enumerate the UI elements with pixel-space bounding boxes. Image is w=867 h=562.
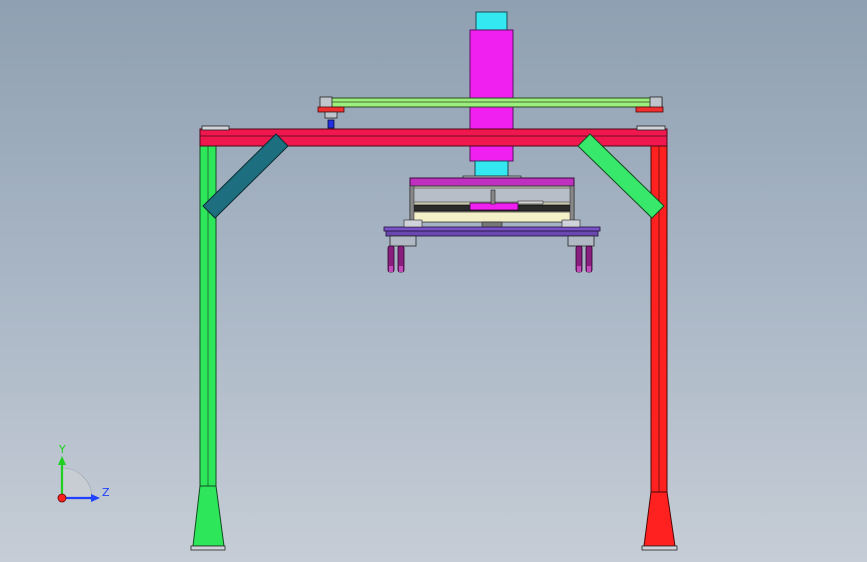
gripper-fingers[interactable] bbox=[387, 245, 593, 273]
triad-x-origin bbox=[57, 493, 67, 503]
triad-y-arrow bbox=[58, 456, 66, 465]
rail-end-block-right bbox=[649, 96, 663, 109]
rail-end-block-left bbox=[319, 96, 333, 109]
gripper-right bbox=[575, 245, 593, 273]
triad-quadrant bbox=[61, 467, 93, 499]
platform-lower bbox=[409, 211, 575, 223]
vertical-column[interactable] bbox=[462, 11, 522, 181]
left-leg-base-gusset bbox=[192, 485, 225, 547]
gripper-finger-tip bbox=[389, 266, 393, 272]
plate-bracket-right bbox=[567, 235, 595, 247]
platform-top bbox=[409, 177, 575, 187]
left-leg-base-plate bbox=[190, 545, 226, 551]
rail-pad-left bbox=[317, 106, 345, 113]
plate-top-strip bbox=[383, 226, 601, 232]
gripper-finger-tip bbox=[587, 266, 591, 272]
plate-mount-left bbox=[403, 219, 423, 228]
right-leg-base-gusset bbox=[643, 491, 676, 547]
cad-model-view[interactable] bbox=[0, 0, 867, 562]
column-top-cap bbox=[475, 11, 508, 31]
gripper-left bbox=[387, 245, 405, 273]
plate-mount-right bbox=[561, 219, 581, 228]
platform-sensor bbox=[490, 189, 496, 205]
rail-pad-right bbox=[635, 106, 664, 113]
carriage-platform[interactable] bbox=[409, 177, 575, 229]
cad-viewport[interactable]: Y Z bbox=[0, 0, 867, 562]
column-upper-body bbox=[469, 29, 514, 133]
gripper-finger-tip bbox=[399, 266, 403, 272]
rail-body bbox=[321, 97, 663, 108]
beam-top-plate-right bbox=[636, 125, 666, 131]
beam-top-plate-left bbox=[201, 125, 230, 131]
plate-body bbox=[385, 230, 599, 237]
sensor-block bbox=[327, 119, 335, 129]
plate-bracket-left bbox=[389, 235, 417, 247]
triad-y-label: Y bbox=[59, 443, 66, 456]
platform-side-left bbox=[409, 185, 415, 223]
platform-side-right bbox=[569, 185, 575, 223]
triad-z-arrow bbox=[91, 494, 100, 502]
column-bottom-cap bbox=[474, 160, 509, 177]
triad-z-label: Z bbox=[102, 486, 110, 499]
gripper-finger-tip bbox=[577, 266, 581, 272]
sensor-bracket bbox=[324, 111, 338, 119]
right-leg-base-plate bbox=[641, 545, 678, 551]
platform-cylinder-rod bbox=[517, 200, 544, 205]
view-triad[interactable] bbox=[57, 456, 100, 503]
column-lower-body bbox=[469, 144, 514, 162]
